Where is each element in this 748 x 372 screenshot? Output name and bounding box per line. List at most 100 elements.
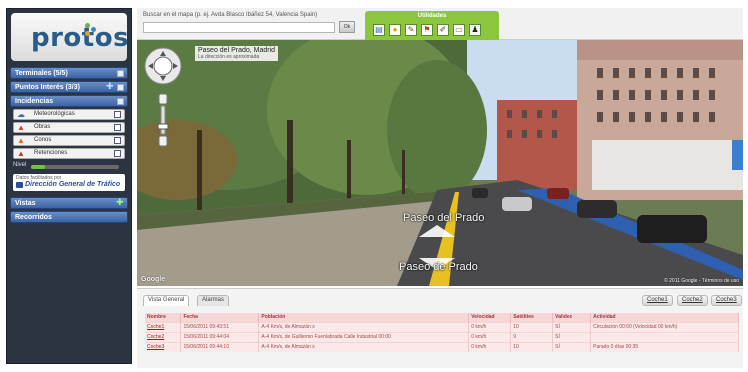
tab-coche1[interactable]: Coche1	[642, 295, 673, 306]
add-poi-icon[interactable]: ✚	[106, 82, 114, 91]
street-view[interactable]: Paseo del Prado, Madrid La dirección es …	[137, 40, 743, 286]
tree-trunk	[197, 130, 202, 210]
col-velocidad[interactable]: Velocidad	[468, 313, 512, 322]
cell-poblacion: A-4 Km/s, de Almazán s	[258, 341, 470, 352]
nivel-label: Nivel	[13, 162, 27, 168]
cell-fecha: 15/06/2011 09:44:10	[180, 341, 260, 352]
table-row[interactable]: Coche2 15/06/2011 09:44:04 A-4 Km/s, de …	[145, 331, 739, 342]
tools-panel: Utilidades ▤ ● ✎ ⚑ ✐ ▭ ♟	[365, 11, 499, 41]
pan-center[interactable]	[153, 56, 173, 76]
puntos-checkbox[interactable]	[117, 84, 124, 91]
vehicles-table: Nombre Fecha Población Velocidad Satélit…	[145, 313, 739, 352]
incidencia-checkbox[interactable]	[114, 137, 121, 144]
cell-satelites: 9	[510, 331, 554, 342]
cell-actividad: Parado 0 días 00:35	[590, 341, 739, 352]
section-recorridos-label: Recorridos	[15, 214, 52, 221]
table-row[interactable]: Coche1 15/06/2011 09:43:51 A-4 Km/s, de …	[145, 321, 739, 332]
logo-text: protos	[31, 23, 130, 53]
cell-poblacion: A-4 Km/s, de Guillermo Fuenlabrada Calle…	[258, 331, 470, 342]
cell-velocidad: 0 km/h	[468, 321, 512, 332]
cell-nombre[interactable]: Coche3	[145, 341, 182, 352]
top-bar: Buscar en el mapa (p. ej. Avda Blasco Ib…	[137, 8, 743, 41]
cell-velocidad: 0 km/h	[468, 331, 512, 342]
flag-icon[interactable]: ⚑	[421, 24, 433, 36]
search-button[interactable]: Ok	[339, 21, 355, 33]
incidencia-checkbox[interactable]	[114, 150, 121, 157]
section-vistas[interactable]: Vistas ✚	[10, 197, 128, 209]
search-input[interactable]	[143, 22, 335, 33]
ruler-icon[interactable]: ✎	[405, 24, 417, 36]
col-fecha[interactable]: Fecha	[180, 313, 260, 322]
cell-poblacion: A-4 Km/s, de Almazán s	[258, 321, 470, 332]
col-actividad[interactable]: Actividad	[590, 313, 739, 322]
col-nombre[interactable]: Nombre	[145, 313, 182, 322]
dgt-icon	[16, 182, 23, 188]
traffic-icon: ▲	[17, 149, 25, 158]
section-terminales[interactable]: Terminales (5/5)	[10, 67, 128, 79]
incidencia-label: Conos	[34, 137, 52, 143]
col-validez[interactable]: Validez	[552, 313, 592, 322]
draw-icon[interactable]: ✐	[437, 24, 449, 36]
incidencia-retenciones[interactable]: ▲ Retenciones	[13, 148, 125, 159]
cell-velocidad: 0 km/h	[468, 341, 512, 352]
section-incidencias[interactable]: Incidencias	[10, 95, 128, 107]
tab-vista-general[interactable]: Vista General	[143, 295, 190, 306]
logo-dot-green	[85, 23, 90, 28]
add-view-icon[interactable]: ✚	[116, 198, 124, 207]
incidencia-conos[interactable]: ▲ Conos	[13, 135, 125, 146]
building-sign	[732, 140, 743, 170]
incidencia-meteorologicas[interactable]: ☁ Meteorológicas	[13, 109, 125, 120]
zoom-out-button[interactable]	[158, 135, 168, 147]
incidencia-label: Meteorológicas	[34, 111, 75, 117]
car	[577, 200, 617, 218]
nivel-slider[interactable]: Nivel	[13, 162, 125, 171]
cell-fecha: 15/06/2011 09:44:04	[180, 331, 260, 342]
cell-nombre[interactable]: Coche2	[145, 331, 182, 342]
copyright: © 2011 Google - Términos de uso	[664, 278, 739, 284]
terminales-checkbox[interactable]	[117, 70, 124, 77]
car	[637, 215, 707, 243]
pin-icon[interactable]: ●	[389, 24, 401, 36]
road-label: Paseo del Prado	[403, 212, 485, 224]
car	[472, 188, 488, 198]
incidencia-checkbox[interactable]	[114, 111, 121, 118]
zoom-slider-track[interactable]	[160, 105, 166, 135]
zoom-in-button[interactable]	[158, 93, 168, 105]
sidebar: protos Terminales (5/5) Puntos Interés (…	[6, 8, 132, 364]
car	[547, 188, 569, 199]
incidencia-checkbox[interactable]	[114, 124, 121, 131]
col-poblacion[interactable]: Población	[258, 313, 470, 322]
street-view-scene	[137, 40, 743, 286]
col-satelites[interactable]: Satélites	[510, 313, 554, 322]
cell-validez: SÍ	[552, 341, 592, 352]
tools-title: Utilidades	[417, 13, 447, 19]
google-logo: Google	[141, 276, 166, 283]
table-header: Nombre Fecha Población Velocidad Satélit…	[145, 313, 739, 322]
dgt-name: Dirección General de Tráfico	[25, 181, 121, 188]
nivel-fill	[31, 165, 45, 169]
cell-validez: SÍ	[552, 331, 592, 342]
road-label: Paseo de Prado	[399, 261, 478, 273]
cone-icon: ▲	[17, 136, 25, 145]
section-puntos-interes[interactable]: Puntos Interés (3/3) ✚	[10, 81, 128, 93]
weather-icon: ☁	[17, 110, 25, 119]
streetview-pegman-icon[interactable]: ♟	[469, 24, 481, 36]
clear-icon[interactable]: ▭	[453, 24, 465, 36]
roadwork-icon: ▲	[17, 123, 25, 132]
cell-satelites: 10	[510, 321, 554, 332]
tab-coche3[interactable]: Coche3	[711, 295, 742, 306]
cell-actividad	[590, 331, 739, 342]
incidencia-obras[interactable]: ▲ Obras	[13, 122, 125, 133]
incidencias-checkbox[interactable]	[117, 98, 124, 105]
incidencia-label: Obras	[34, 124, 51, 130]
protos-logo: protos	[11, 13, 130, 61]
tab-coche2[interactable]: Coche2	[677, 295, 708, 306]
zoom-slider-thumb[interactable]	[157, 123, 169, 130]
tab-alarmas[interactable]: Alarmas	[197, 295, 230, 306]
layers-icon[interactable]: ▤	[373, 24, 385, 36]
table-row[interactable]: Coche3 15/06/2011 09:44:10 A-4 Km/s, de …	[145, 341, 739, 352]
logo-dot-blue	[91, 27, 96, 32]
address-note: La dirección es aproximada	[198, 54, 260, 60]
section-recorridos[interactable]: Recorridos	[10, 211, 128, 223]
cell-nombre[interactable]: Coche1	[145, 321, 182, 332]
